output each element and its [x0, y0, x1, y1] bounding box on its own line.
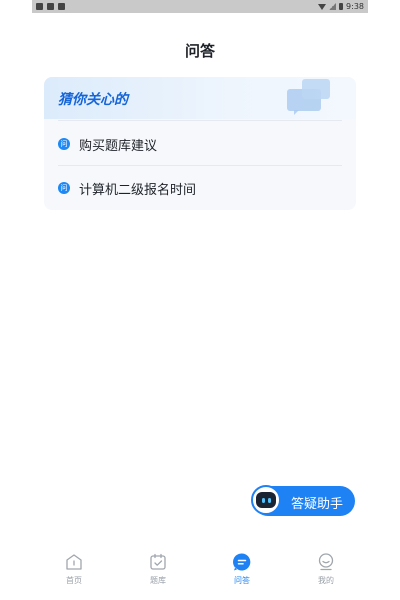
assistant-button[interactable]: 答疑助手: [251, 485, 355, 516]
assistant-label: 答疑助手: [291, 497, 344, 512]
notification-icons: [36, 3, 65, 10]
app-screen: 9:38 问答 猜你关心的 问 购买题库建议 问 计算机二级报名时间 答疑助手 …: [32, 0, 368, 600]
battery-icon: [339, 3, 344, 10]
tab-qa[interactable]: 问答: [212, 548, 272, 594]
question-item-buy-bank[interactable]: 问 购买题库建议: [58, 134, 342, 154]
question-icon: 问: [58, 138, 70, 150]
bottom-tab-bar: 首页 题库 问答 我的: [32, 548, 368, 594]
system-icons: 9:38: [318, 2, 364, 11]
robot-icon: [251, 485, 281, 515]
card-title: 猜你关心的: [58, 92, 128, 108]
question-bank-icon: [150, 553, 166, 570]
status-bar: 9:38: [32, 0, 368, 13]
tab-label: 首页: [66, 576, 82, 585]
question-item-registration-time[interactable]: 问 计算机二级报名时间: [58, 178, 342, 198]
profile-icon: [318, 553, 334, 571]
page-title: 问答: [184, 42, 215, 60]
chat-bubble-icon: [302, 79, 330, 99]
tab-home[interactable]: 首页: [44, 548, 104, 594]
wifi-icon: [318, 3, 327, 10]
robot-eye: [261, 497, 265, 503]
qa-icon: [233, 553, 251, 571]
question-label: 计算机二级报名时间: [79, 182, 197, 198]
question-label: 购买题库建议: [79, 138, 158, 154]
recommended-questions-card: 猜你关心的 问 购买题库建议 问 计算机二级报名时间: [44, 77, 356, 210]
notification-icon: [36, 3, 43, 10]
robot-face: [256, 492, 276, 508]
notification-icon: [58, 3, 65, 10]
tab-profile[interactable]: 我的: [296, 548, 356, 594]
question-icon: 问: [58, 182, 70, 194]
status-time: 9:38: [346, 2, 364, 11]
tab-label: 我的: [318, 576, 334, 585]
signal-icon: [329, 3, 337, 10]
tab-label: 问答: [234, 576, 250, 585]
chat-bubble-tail: [294, 110, 299, 115]
divider: [58, 165, 342, 166]
tab-label: 题库: [150, 576, 166, 585]
divider: [58, 120, 342, 121]
card-header: 猜你关心的: [44, 77, 356, 119]
tab-question-bank[interactable]: 题库: [128, 548, 188, 594]
robot-eye: [267, 497, 271, 503]
home-icon: [66, 554, 82, 570]
notification-icon: [47, 3, 54, 10]
